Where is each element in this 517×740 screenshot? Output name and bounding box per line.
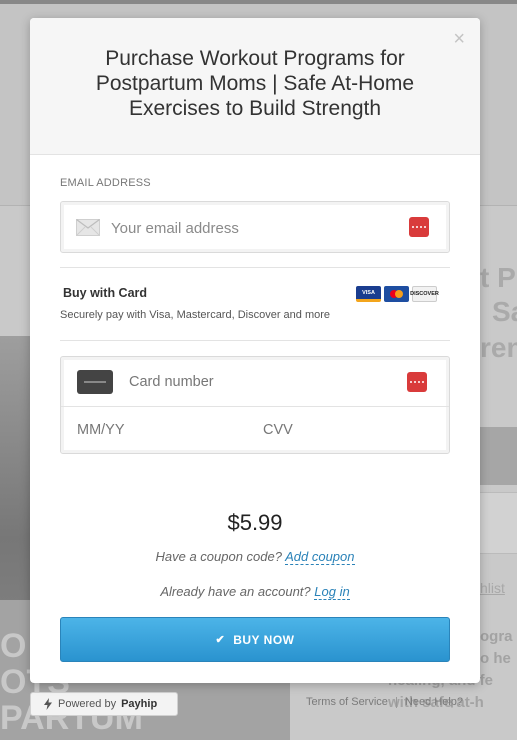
background-wishlist-link: hlist	[480, 580, 505, 596]
payment-method-subtitle: Securely pay with Visa, Mastercard, Disc…	[60, 309, 331, 321]
modal-header: Purchase Workout Programs for Postpartum…	[30, 18, 480, 155]
buy-now-label: BUY NOW	[233, 632, 295, 647]
section-divider	[60, 340, 450, 341]
powered-by-prefix: Powered by	[58, 698, 117, 710]
envelope-icon	[76, 219, 100, 236]
expiry-input[interactable]	[77, 418, 227, 442]
card-expiry-cvv-row	[61, 407, 449, 453]
visa-icon: VISA	[356, 286, 381, 302]
checkout-modal: Purchase Workout Programs for Postpartum…	[30, 18, 480, 683]
lightning-bolt-icon	[44, 698, 52, 710]
log-in-link[interactable]: Log in	[314, 584, 350, 600]
password-manager-icon[interactable]	[407, 372, 427, 392]
account-line: Already have an account? Log in	[30, 584, 480, 600]
add-coupon-link[interactable]: Add coupon	[285, 549, 355, 565]
terms-of-service-link: Terms of Service	[306, 696, 388, 708]
close-icon[interactable]: ×	[453, 28, 465, 51]
account-prompt: Already have an account?	[160, 584, 311, 599]
buy-now-button[interactable]: ✔ BUY NOW	[60, 617, 450, 662]
footer-separator	[395, 696, 397, 708]
need-help-link: Need Help?	[404, 696, 464, 708]
payment-method-title: Buy with Card	[63, 286, 148, 300]
email-field-container[interactable]	[60, 201, 450, 253]
section-divider	[60, 267, 450, 268]
email-input[interactable]	[111, 215, 391, 241]
card-details-container	[60, 356, 450, 454]
password-manager-icon[interactable]	[409, 217, 429, 237]
background-title-fragment: t Pr	[480, 262, 517, 293]
card-number-input[interactable]	[129, 370, 379, 394]
background-footer-links: Terms of Service Need Help?	[306, 696, 463, 708]
discover-icon: DISCOVER	[410, 286, 439, 302]
mastercard-icon	[384, 286, 409, 302]
coupon-line: Have a coupon code? Add coupon	[30, 549, 480, 565]
background-buy-button	[480, 427, 517, 485]
background-title-fragment: ren	[480, 332, 517, 363]
background-title-fragment: Sa	[492, 296, 517, 327]
credit-card-icon	[77, 370, 113, 394]
powered-by-brand: Payhip	[121, 698, 158, 710]
coupon-prompt: Have a coupon code?	[155, 549, 282, 564]
modal-title: Purchase Workout Programs for Postpartum…	[95, 47, 415, 120]
card-brand-logos: VISA DISCOVER	[356, 286, 439, 302]
email-label: EMAIL ADDRESS	[60, 177, 151, 189]
powered-by-badge[interactable]: Powered by Payhip	[30, 692, 178, 716]
background-card	[480, 492, 517, 554]
card-number-row	[61, 357, 449, 407]
cvv-input[interactable]	[263, 418, 413, 442]
check-icon: ✔	[215, 634, 226, 646]
price-display: $5.99	[227, 510, 283, 535]
